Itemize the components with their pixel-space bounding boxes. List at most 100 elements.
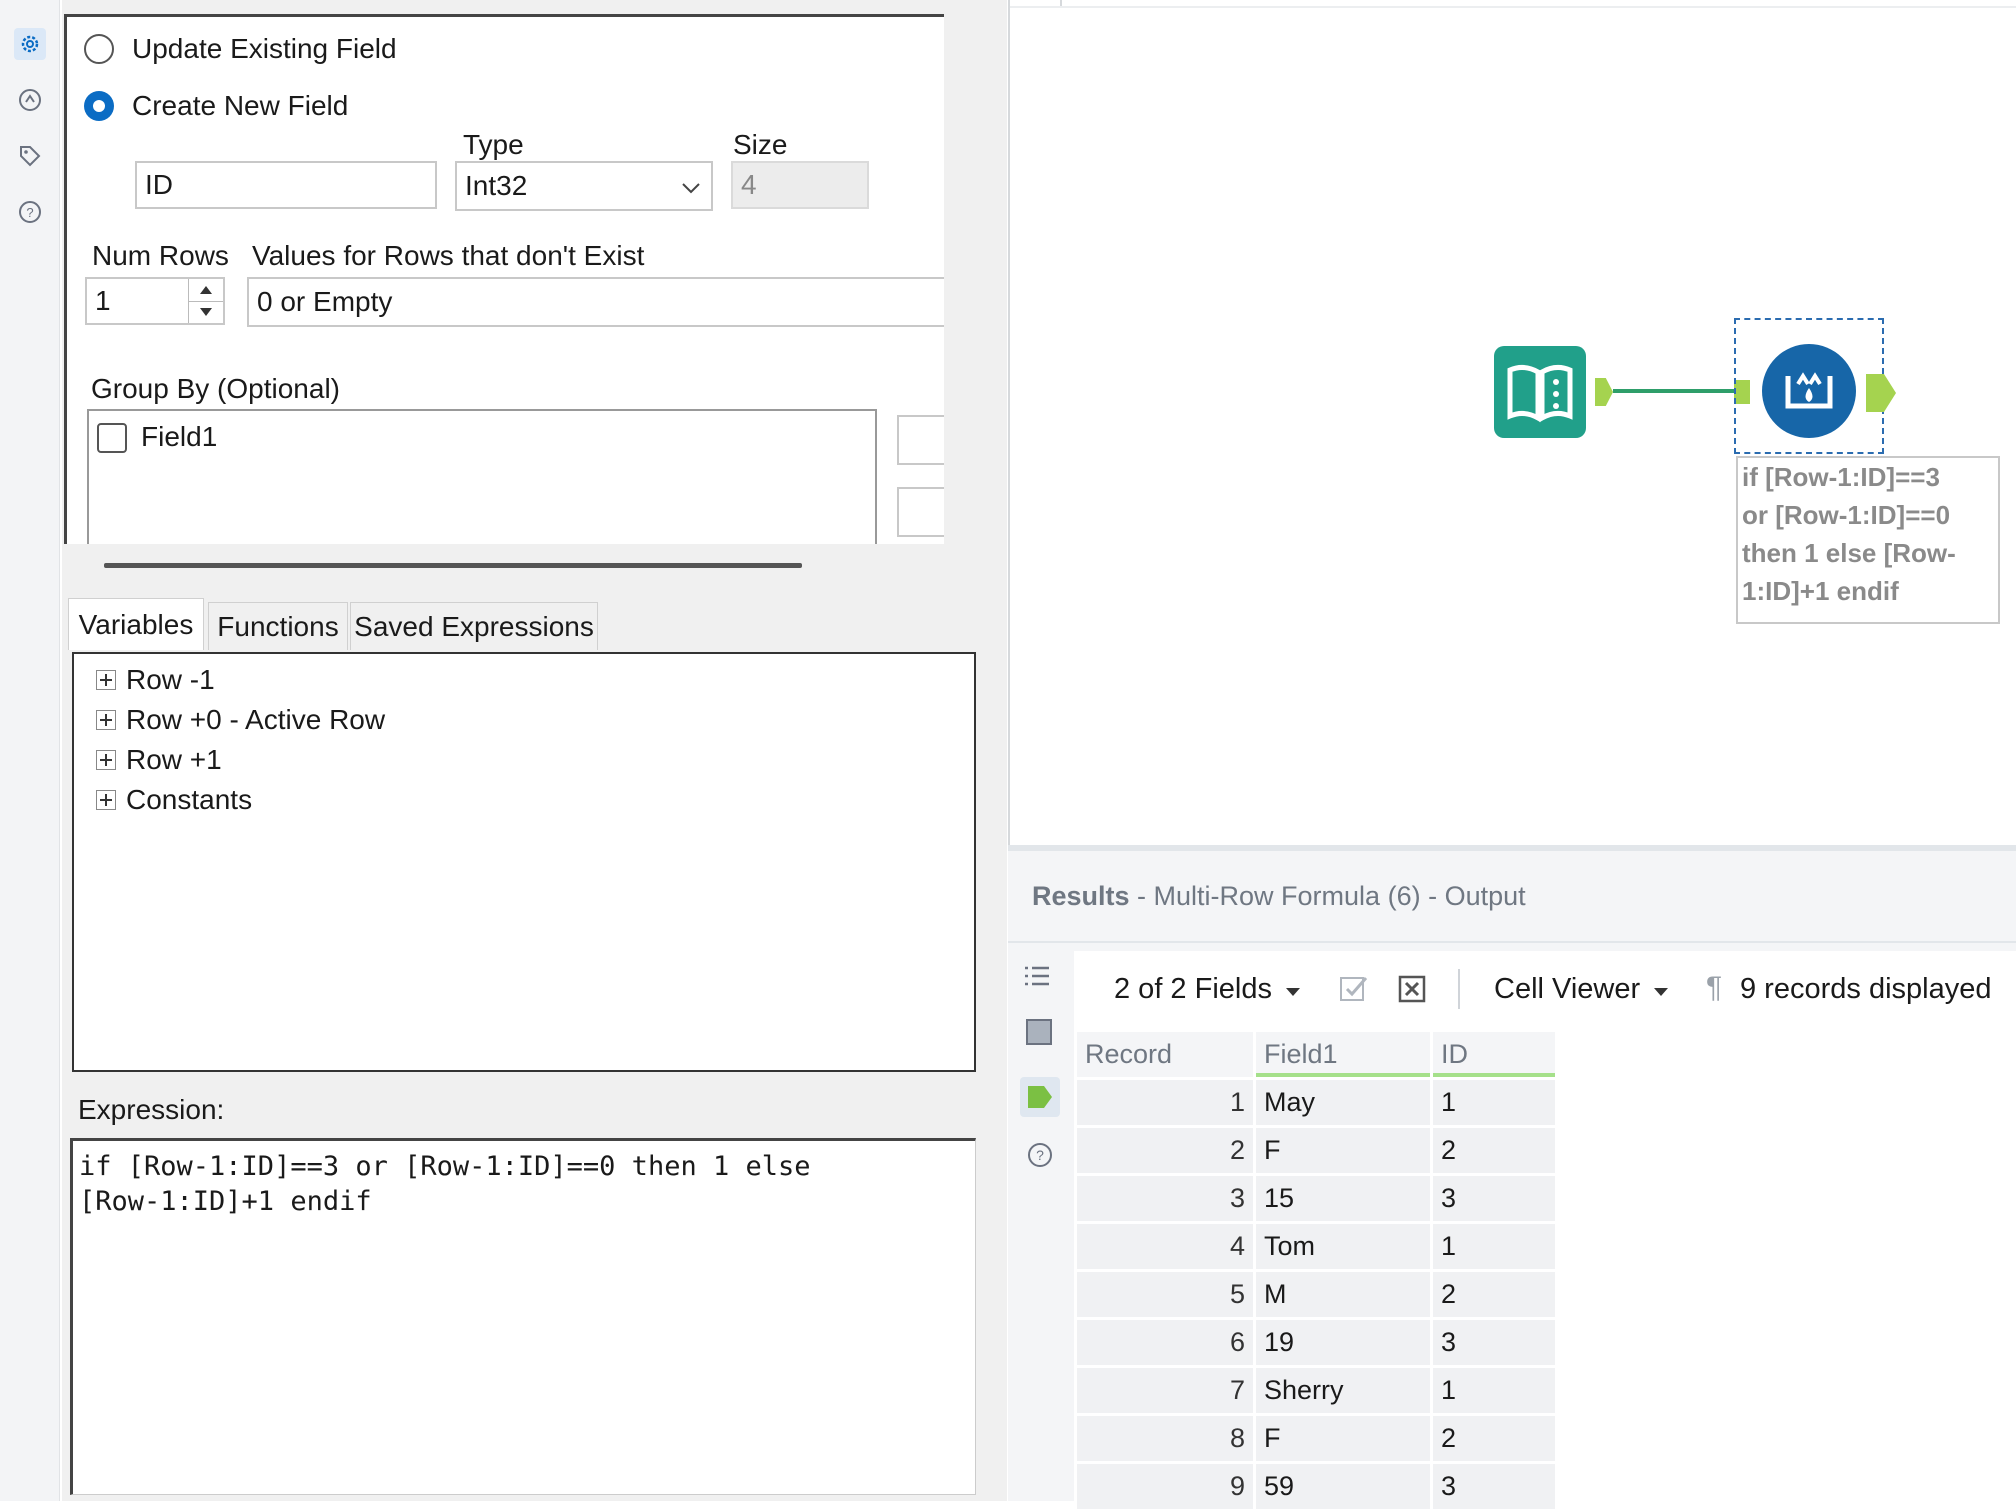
id-cell[interactable]: 2 <box>1430 1125 1558 1176</box>
field1-cell[interactable]: 59 <box>1253 1461 1433 1512</box>
field1-cell[interactable]: M <box>1253 1269 1433 1320</box>
caret-down-icon <box>1285 973 1300 1006</box>
tool-annotation: if [Row-1:ID]==3 or [Row-1:ID]==0 then 1… <box>1736 456 2000 624</box>
record-number-cell[interactable]: 8 <box>1074 1413 1256 1464</box>
size-label: Size <box>733 129 788 160</box>
table-row[interactable]: 3 15 3 <box>1074 1173 1558 1224</box>
tab-saved-expressions[interactable]: Saved Expressions <box>350 602 598 650</box>
field1-cell[interactable]: F <box>1253 1125 1433 1176</box>
expand-icon[interactable] <box>96 710 116 730</box>
expression-line: if [Row-1:ID]==3 or [Row-1:ID]==0 then 1… <box>79 1151 811 1182</box>
caret-down-icon <box>1654 973 1669 1006</box>
cell-viewer-dropdown[interactable]: Cell Viewer <box>1494 973 1669 1006</box>
table-row[interactable]: 9 59 3 <box>1074 1461 1558 1512</box>
record-number-cell[interactable]: 9 <box>1074 1461 1256 1512</box>
expression-label: Expression: <box>78 1094 225 1125</box>
field1-cell[interactable]: 19 <box>1253 1317 1433 1368</box>
create-new-radio[interactable] <box>84 91 114 121</box>
column-header-record[interactable]: Record <box>1074 1029 1256 1080</box>
field-settings-section: Update Existing Field Create New Field T… <box>64 14 944 544</box>
header-row: Record Field1 ID <box>1074 1029 1558 1080</box>
table-row[interactable]: 1 May 1 <box>1074 1077 1558 1128</box>
field1-cell[interactable]: Tom <box>1253 1221 1433 1272</box>
id-cell[interactable]: 2 <box>1430 1269 1558 1320</box>
tree-item-row-plus-1[interactable]: Row +1 <box>96 740 222 780</box>
input-data-tool[interactable] <box>1494 346 1586 438</box>
navigate-icon[interactable] <box>14 84 46 116</box>
tree-item-label: Row +1 <box>126 744 222 775</box>
increment-icon[interactable] <box>189 279 223 302</box>
column-header-field1[interactable]: Field1 <box>1253 1029 1433 1080</box>
help-icon[interactable]: ? <box>1026 1141 1056 1171</box>
expand-icon[interactable] <box>96 750 116 770</box>
table-row[interactable]: 7 Sherry 1 <box>1074 1365 1558 1416</box>
record-number-cell[interactable]: 3 <box>1074 1173 1256 1224</box>
pilcrow-icon[interactable]: ¶ <box>1706 971 1722 1005</box>
formula-output-anchor[interactable] <box>1866 374 1896 412</box>
table-row[interactable]: 8F2 <box>1074 1413 1558 1464</box>
record-number-cell[interactable]: 7 <box>1074 1365 1256 1416</box>
results-subtitle: - Multi-Row Formula (6) - Output <box>1129 881 1526 911</box>
results-header: Results - Multi-Row Formula (6) - Output <box>1032 881 1526 912</box>
tree-item-constants[interactable]: Constants <box>96 780 252 820</box>
settings-horizontal-scrollbar[interactable] <box>104 563 802 568</box>
field1-cell[interactable]: F <box>1253 1413 1433 1464</box>
record-number-cell[interactable]: 2 <box>1074 1125 1256 1176</box>
record-number-cell[interactable]: 6 <box>1074 1317 1256 1368</box>
id-cell[interactable]: 1 <box>1430 1221 1558 1272</box>
field1-cell[interactable]: Sherry <box>1253 1365 1433 1416</box>
svg-text:?: ? <box>1036 1147 1044 1163</box>
fields-dropdown[interactable]: 2 of 2 Fields <box>1114 973 1300 1006</box>
table-row[interactable]: 6 19 3 <box>1074 1317 1558 1368</box>
tab-functions[interactable]: Functions <box>208 602 348 650</box>
tree-item-row-0[interactable]: Row +0 - Active Row <box>96 700 385 740</box>
id-cell[interactable]: 3 <box>1430 1173 1558 1224</box>
help-icon[interactable]: ? <box>14 196 46 228</box>
select-all-button[interactable] <box>897 415 944 465</box>
tab-variables[interactable]: Variables <box>68 598 204 650</box>
table-row[interactable]: 4 Tom 1 <box>1074 1221 1558 1272</box>
clear-x-icon[interactable] <box>1396 973 1430 1007</box>
expand-icon[interactable] <box>96 790 116 810</box>
field-name-input[interactable]: ID <box>135 161 437 209</box>
annotation-line: then 1 else [Row- <box>1742 538 1956 568</box>
tag-icon[interactable] <box>14 140 46 172</box>
expression-editor[interactable]: if [Row-1:ID]==3 or [Row-1:ID]==0 then 1… <box>70 1138 976 1495</box>
group-by-field-label: Field1 <box>141 421 218 452</box>
clear-button[interactable] <box>897 487 944 537</box>
id-cell[interactable]: 3 <box>1430 1461 1558 1512</box>
results-table-body: 1 May 1 2 F 2 3 15 3 4 Tom 1 5 M 2 6 19 3 7 Sherry 1 8 F 2 9 59 3 <box>1074 1077 1558 1512</box>
workflow-canvas[interactable]: if [Row-1:ID]==3 or [Row-1:ID]==0 then 1… <box>1008 0 2016 845</box>
id-cell[interactable]: 1 <box>1430 1365 1558 1416</box>
output-anchor[interactable] <box>1595 378 1613 406</box>
table-row[interactable]: 5M2 <box>1074 1269 1558 1320</box>
id-cell[interactable]: 2 <box>1430 1413 1558 1464</box>
record-number-cell[interactable]: 5 <box>1074 1269 1256 1320</box>
size-value: 4 <box>741 169 757 200</box>
field1-cell[interactable]: 15 <box>1253 1173 1433 1224</box>
update-existing-radio[interactable] <box>84 34 114 64</box>
annotation-line: or [Row-1:ID]==0 <box>1742 500 1951 530</box>
id-cell[interactable]: 1 <box>1430 1077 1558 1128</box>
decrement-icon[interactable] <box>189 302 223 324</box>
tree-item-row-minus-1[interactable]: Row -1 <box>96 660 215 700</box>
annotation-line: 1:ID]+1 endif <box>1742 576 1899 606</box>
missing-row-values-select[interactable]: 0 or Empty <box>247 277 944 327</box>
stepper-buttons[interactable] <box>188 279 223 323</box>
record-number-cell[interactable]: 1 <box>1074 1077 1256 1128</box>
num-rows-stepper[interactable]: 1 <box>85 277 225 325</box>
table-row[interactable]: 2F2 <box>1074 1125 1558 1176</box>
field1-checkbox[interactable] <box>97 423 127 453</box>
list-icon[interactable] <box>1022 961 1058 997</box>
field1-cell[interactable]: May <box>1253 1077 1433 1128</box>
record-number-cell[interactable]: 4 <box>1074 1221 1256 1272</box>
apply-check-icon[interactable] <box>1338 973 1372 1007</box>
multi-row-formula-tool[interactable] <box>1762 344 1856 438</box>
gear-icon[interactable] <box>14 28 46 60</box>
column-header-id[interactable]: ID <box>1430 1029 1558 1080</box>
type-select[interactable]: Int32 <box>455 161 713 211</box>
output-anchor-icon[interactable] <box>1020 1077 1060 1117</box>
table-view-icon[interactable] <box>1024 1017 1056 1049</box>
expand-icon[interactable] <box>96 670 116 690</box>
id-cell[interactable]: 3 <box>1430 1317 1558 1368</box>
